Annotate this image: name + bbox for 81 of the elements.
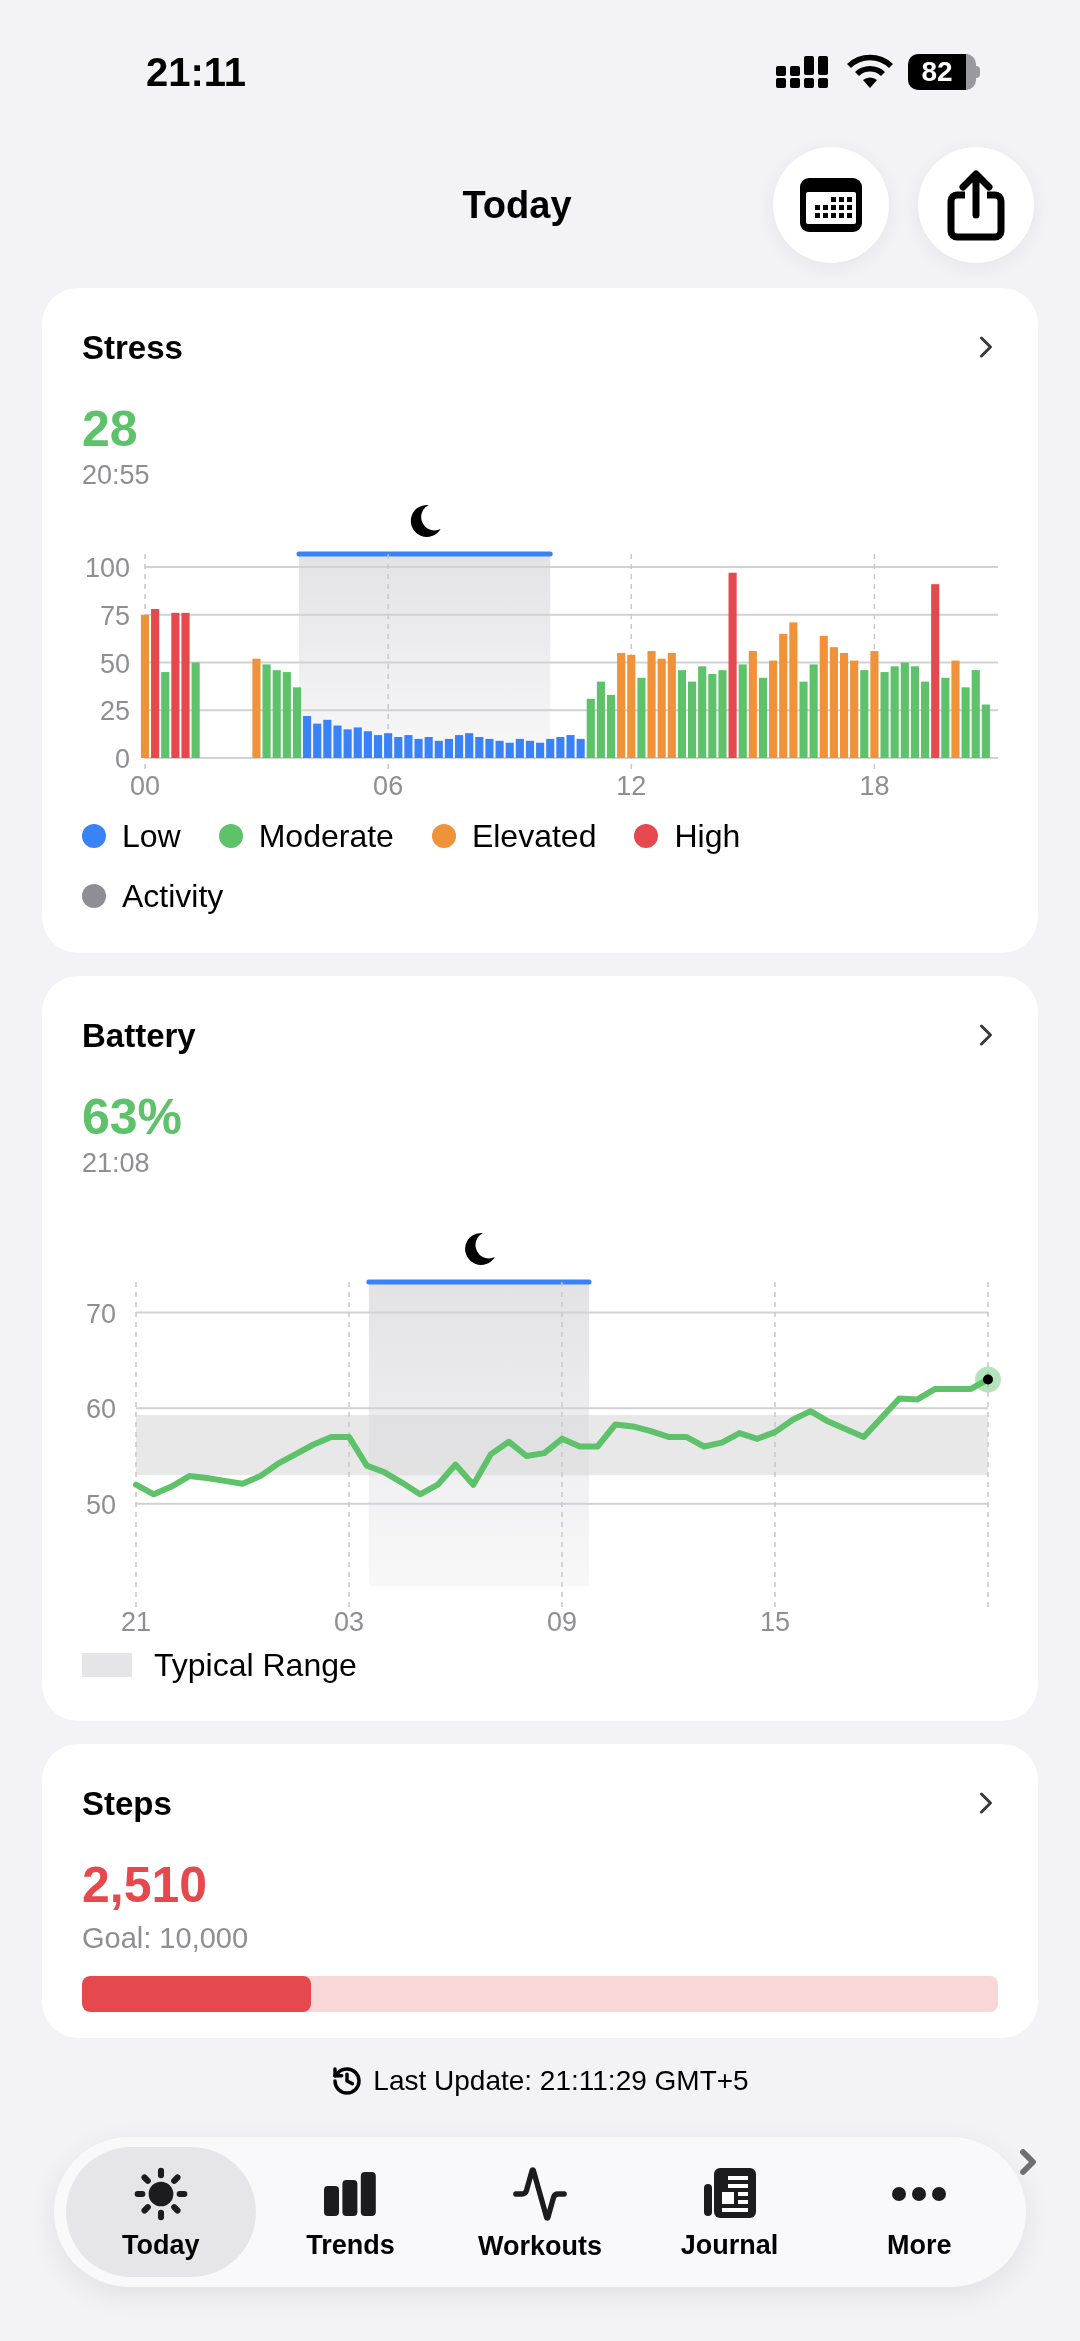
tab-item[interactable]: More — [824, 2147, 1014, 2277]
stress-bar — [434, 740, 443, 758]
stress-time: 20:55 — [82, 462, 151, 489]
stress-bar — [475, 737, 484, 758]
pulse-icon — [511, 2164, 569, 2223]
battery-time: 21:08 — [82, 1150, 151, 1177]
history-icon — [331, 2065, 364, 2097]
legend-label: Activity — [122, 880, 224, 912]
y-axis-label: 25 — [99, 696, 130, 727]
stress-bar — [556, 737, 565, 758]
card-title: Steps — [82, 1786, 172, 1820]
stress-bar — [455, 735, 464, 758]
x-axis-label: 15 — [760, 1607, 790, 1637]
stress-value: 28 — [82, 404, 139, 454]
stress-bar — [353, 727, 362, 758]
stress-bar — [566, 735, 575, 758]
stress-bar — [404, 735, 413, 758]
last-update-text: Last Update: 21:11:29 GMT+5 — [373, 2067, 749, 2095]
stress-bar — [515, 738, 524, 758]
stress-bar — [505, 742, 514, 758]
moon-icon — [465, 1232, 495, 1265]
y-axis-label: 50 — [85, 1489, 116, 1520]
y-axis-label: 70 — [85, 1298, 116, 1329]
stress-card[interactable]: Stress 28 20:55 0 25 50 75 100 00 06 12 18 Low Moderate Elevated High Activity — [42, 288, 1038, 953]
stress-bar — [384, 733, 393, 758]
y-axis-label: 100 — [84, 553, 130, 583]
stress-bar — [444, 738, 453, 758]
wifi-icon — [846, 54, 894, 90]
more-icon — [892, 2186, 947, 2201]
stress-bar — [424, 737, 433, 758]
tab-item[interactable]: Journal — [634, 2147, 825, 2277]
x-axis-label: 21 — [121, 1607, 151, 1637]
calendar-icon — [798, 176, 864, 234]
legend-label: Moderate — [258, 820, 394, 852]
y-axis-label: 0 — [114, 744, 130, 774]
tab-item[interactable]: Workouts — [445, 2147, 635, 2277]
tab-item[interactable]: Today — [66, 2147, 256, 2277]
battery-indicator: 82 — [908, 54, 980, 90]
stress-bar — [373, 735, 383, 758]
steps-value: 2,510 — [82, 1860, 209, 1910]
stress-bar — [961, 687, 970, 758]
moon-icon — [410, 504, 441, 537]
legend-label: Elevated — [471, 820, 597, 852]
stress-bar — [485, 738, 494, 758]
steps-card[interactable]: Steps 2,510 Goal: 10,000 — [42, 1744, 1038, 2038]
x-axis-label: 18 — [859, 771, 890, 801]
x-axis-label: 09 — [547, 1607, 577, 1637]
y-axis-label: 75 — [99, 600, 130, 631]
x-axis-label: 06 — [373, 771, 404, 801]
stress-bar — [343, 729, 352, 758]
stress-bar — [525, 740, 535, 758]
stress-bar — [495, 740, 504, 758]
legend-swatch — [82, 1653, 132, 1677]
status-time: 21:11 — [146, 52, 247, 92]
x-axis-label: 12 — [616, 771, 647, 801]
card-title: Battery — [82, 1018, 196, 1052]
stress-bar — [313, 723, 322, 758]
steps-goal: Goal: 10,000 — [82, 1924, 250, 1953]
y-axis-label: 60 — [85, 1394, 116, 1425]
sun-icon — [132, 2165, 189, 2222]
stress-bar — [465, 733, 474, 758]
y-axis-label: 50 — [99, 648, 130, 679]
card-title: Stress — [82, 330, 183, 364]
stress-bar — [333, 725, 342, 758]
current-point-marker — [975, 1366, 1001, 1393]
tab-item[interactable]: Trends — [255, 2147, 446, 2277]
stress-bar — [394, 737, 403, 758]
stress-bar — [414, 738, 423, 758]
legend-label: High — [674, 820, 741, 852]
legend-label: Typical Range — [154, 1649, 357, 1681]
x-axis-label: 03 — [334, 1607, 364, 1637]
battery-card[interactable]: Battery 63% 21:08 50 60 70 21 03 09 15 Typical Range — [42, 976, 1038, 1721]
stress-bar — [546, 738, 555, 758]
x-axis-label: 00 — [130, 771, 160, 801]
page-title: Today — [462, 186, 572, 224]
stress-bar — [363, 731, 372, 758]
share-icon — [947, 169, 1005, 241]
battery-value: 63% — [82, 1092, 184, 1142]
stress-bar — [536, 742, 545, 758]
legend-label: Low — [122, 820, 181, 852]
stress-bar — [323, 719, 332, 758]
